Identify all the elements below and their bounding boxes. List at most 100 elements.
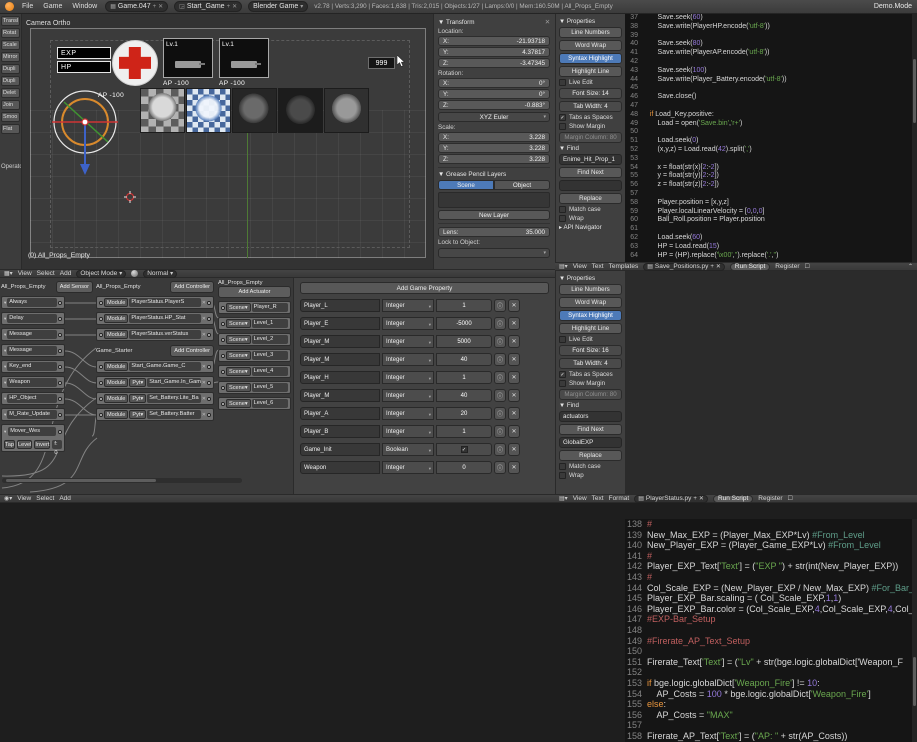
location-x-field[interactable]: X: -21.93718 xyxy=(438,36,550,46)
property-name-field[interactable]: Weapon xyxy=(300,461,380,474)
tool-button-mirror[interactable]: Mirror xyxy=(1,52,20,62)
operator-panel-header[interactable]: Operator xyxy=(1,164,21,170)
properties-panel-header[interactable]: ▼ Properties xyxy=(559,18,622,25)
property-type-dropdown[interactable]: Integer xyxy=(382,317,434,331)
connector-dot[interactable] xyxy=(207,380,211,385)
editor-type-icon[interactable]: ◉▾ xyxy=(4,495,12,502)
tab-width-slider[interactable]: Tab Width: 4 xyxy=(559,101,622,112)
code-line[interactable]: Ball_Roll.position = Player.position xyxy=(642,216,765,225)
code-line[interactable]: Firerate_Text['Text'] = ("Lv" + str(bge.… xyxy=(647,657,903,668)
sensor-brick[interactable]: ▾ Delay xyxy=(1,312,65,325)
connector-dot[interactable] xyxy=(207,396,211,401)
sensor-brick[interactable]: ▾ Message xyxy=(1,328,65,341)
code-line[interactable] xyxy=(642,128,644,137)
code-line[interactable]: #EXP-Bar_Setup xyxy=(647,614,716,625)
grease-source-scene[interactable]: Scene xyxy=(438,180,494,190)
controller-module-name[interactable]: Set_Battery.Batter xyxy=(147,410,201,419)
logic-editor[interactable]: All_Props_Empty Add Sensor ▾ Always ▾ Delay ▾ M… xyxy=(0,278,293,494)
menu-file[interactable]: File xyxy=(20,3,35,10)
property-value-field[interactable]: -5000 xyxy=(436,317,492,330)
frequency-field[interactable]: f: 0 xyxy=(52,439,62,456)
controller-module-name[interactable]: PlayerStatus.HP_Stat xyxy=(129,314,201,323)
code-line[interactable] xyxy=(647,667,650,678)
tool-button-dupli[interactable]: Dupli xyxy=(1,76,20,86)
code-line[interactable] xyxy=(647,646,650,657)
word-wrap-toggle[interactable]: Word Wrap xyxy=(559,40,622,51)
line-numbers-toggle[interactable]: Line Numbers xyxy=(559,284,622,295)
controller-type[interactable]: Module xyxy=(104,410,129,419)
actuator-name[interactable]: Player_R xyxy=(251,303,288,312)
location-y-field[interactable]: Y: 4.37817 xyxy=(438,47,550,57)
controller-brick[interactable]: Module Pyt▾ Start_Game.In_Game ✕ xyxy=(96,376,214,389)
add-controller-button[interactable]: Add Controller xyxy=(170,280,214,293)
code-line[interactable]: z = float(str(z)[2:-2]) xyxy=(642,181,719,190)
grease-source-object[interactable]: Object xyxy=(494,180,550,190)
text-menu-format[interactable]: Format xyxy=(609,495,630,502)
code-line[interactable] xyxy=(642,190,644,199)
controller-brick[interactable]: Module PlayerStatus.PlayerS ✕ xyxy=(96,296,214,309)
property-info-button[interactable]: ⓘ xyxy=(494,317,506,330)
connector-dot[interactable] xyxy=(58,364,62,369)
scrollbar-bottom[interactable] xyxy=(912,519,917,742)
tabs-as-spaces-checkbox[interactable]: ✓ Tabs as Spaces xyxy=(559,371,622,378)
expand-header-icon[interactable]: ⌃ xyxy=(908,263,913,270)
word-wrap-toggle[interactable]: Word Wrap xyxy=(559,297,622,308)
property-value-field[interactable]: 0 xyxy=(436,461,492,474)
level-toggle[interactable]: Level xyxy=(17,439,33,449)
lock-object-field[interactable] xyxy=(438,248,550,258)
property-info-button[interactable]: ⓘ xyxy=(494,353,506,366)
actuator-brick[interactable]: Scene▾ Level_2 xyxy=(218,333,291,346)
property-info-button[interactable]: ⓘ xyxy=(494,371,506,384)
property-info-button[interactable]: ⓘ xyxy=(494,299,506,312)
scene-selector[interactable]: ◲ Start_Game + ✕ xyxy=(174,1,243,12)
connector-dot[interactable] xyxy=(99,412,103,417)
controller-brick[interactable]: Module Pyt▾ Set_Battery.Batter ✕ xyxy=(96,408,214,421)
connector-dot[interactable] xyxy=(221,353,225,358)
code-line[interactable]: Save.close() xyxy=(642,93,697,102)
wrap-checkbox[interactable]: Wrap xyxy=(559,215,622,222)
grease-pencil-panel-header[interactable]: ▼ Grease Pencil Layers xyxy=(438,171,550,178)
code-line[interactable]: Firerate_AP_Text['Text'] = ("AP: " + str… xyxy=(647,731,847,742)
property-value-field[interactable]: 40 xyxy=(436,353,492,366)
property-type-dropdown[interactable]: Integer xyxy=(382,299,434,313)
connector-dot[interactable] xyxy=(99,396,103,401)
find-panel-header[interactable]: ▼ Find xyxy=(559,145,622,152)
syntax-highlight-toggle[interactable]: Syntax Highlight xyxy=(559,310,622,321)
controller-module-name[interactable]: PlayerStatus.PlayerS xyxy=(129,298,201,307)
show-margin-checkbox[interactable]: Show Margin xyxy=(559,380,622,387)
code-line[interactable]: Player_EXP_Bar.color = (Col_Scale_EXP,4,… xyxy=(647,604,917,615)
property-name-field[interactable]: Player_B xyxy=(300,425,380,438)
property-value-field[interactable]: 20 xyxy=(436,407,492,420)
engine-selector[interactable]: Blender Game ▾ xyxy=(248,1,309,12)
sensor-brick[interactable]: ▾ Key_end xyxy=(1,360,65,373)
delete-brick-icon[interactable]: ✕ xyxy=(202,396,206,402)
grease-layer-list[interactable] xyxy=(438,192,550,208)
actuator-name[interactable]: Level_3 xyxy=(251,351,288,360)
property-name-field[interactable]: Player_L xyxy=(300,299,380,312)
actuator-name[interactable]: Level_1 xyxy=(251,319,288,328)
add-text-icon[interactable]: + xyxy=(693,496,697,502)
live-edit-checkbox[interactable]: Live Edit xyxy=(559,336,622,343)
connector-dot[interactable] xyxy=(99,380,103,385)
sensor-brick-expanded[interactable]: ▾ Mover_Wes Tap Level Invert f: 0 xyxy=(1,424,65,456)
find-next-button[interactable]: Find Next xyxy=(559,424,622,435)
code-line[interactable]: Save.write(Player_Battery.encode('utf-8'… xyxy=(642,76,787,85)
property-name-field[interactable]: Player_H xyxy=(300,371,380,384)
controller-module-name[interactable]: Start_Game.In_Game xyxy=(147,378,201,387)
actuator-brick[interactable]: Scene▾ Level_4 xyxy=(218,365,291,378)
property-type-dropdown[interactable]: Integer xyxy=(382,389,434,403)
code-line[interactable] xyxy=(642,225,644,234)
code-line[interactable]: AP_Costs = 100 * bge.logic.globalDict['W… xyxy=(647,689,871,700)
actuator-type[interactable]: Scene▾ xyxy=(226,335,251,344)
add-controller-button[interactable]: Add Controller xyxy=(170,344,214,357)
show-margin-checkbox[interactable]: Show Margin xyxy=(559,123,622,130)
delete-property-button[interactable]: ✕ xyxy=(508,299,520,312)
viewport-menu-view[interactable]: View xyxy=(18,270,32,277)
property-type-dropdown[interactable]: Integer xyxy=(382,371,434,385)
code-line[interactable]: (x,y,z) = Load.read(42).split(',') xyxy=(642,146,752,155)
replace-input[interactable]: GlobalEXP xyxy=(559,437,622,448)
gizmo-center-dot[interactable] xyxy=(81,118,89,126)
run-script-button[interactable]: Run Script xyxy=(712,494,754,503)
code-line[interactable]: Player.localLinearVelocity = [0,0,0] xyxy=(642,208,765,217)
delete-brick-icon[interactable]: ✕ xyxy=(202,300,206,306)
